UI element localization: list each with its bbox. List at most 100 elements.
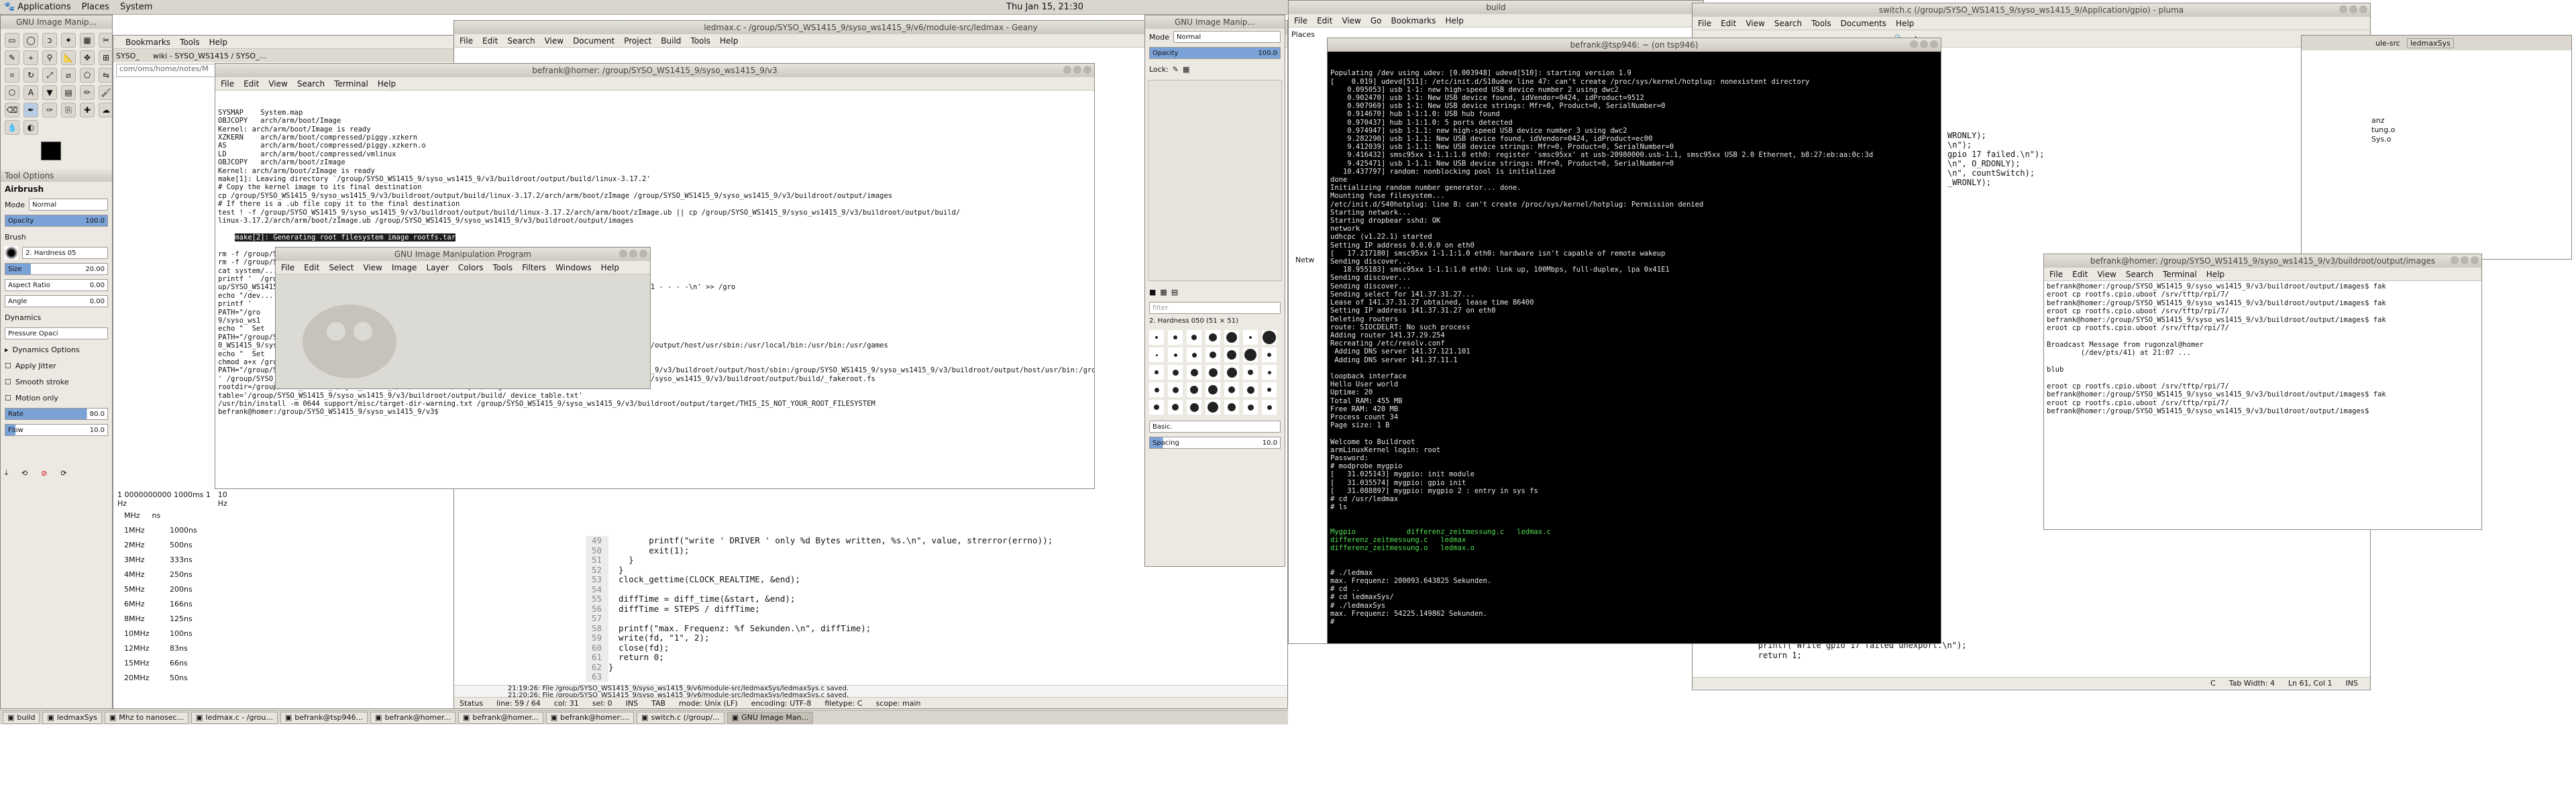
brush-swatch[interactable] [1262,347,1277,362]
brush-select[interactable]: 2. Hardness 05 [22,247,108,259]
scale-icon[interactable]: ⤢ [42,68,57,83]
taskbar-item[interactable]: ▣ ledmaxSys [42,711,102,724]
rotate-icon[interactable]: ↻ [23,68,38,83]
right-tab-2[interactable]: ledmaxSys [2406,38,2454,48]
fm-menu-help[interactable]: Help [1446,16,1464,25]
taskbar-item[interactable]: ▣ befrank@homer... [370,711,455,724]
close-icon[interactable] [639,250,647,258]
eraser-icon[interactable]: ⌫ [5,103,19,117]
brush-swatch[interactable] [1243,400,1258,415]
dynamics-options-row[interactable]: ▸ Dynamics Options [1,341,112,358]
brush-swatch[interactable] [1262,400,1277,415]
motion-only-row[interactable]: ☐ Motion only [1,390,112,406]
checkbox-icon[interactable]: ☐ [5,378,11,386]
pluma-menu-tools[interactable]: Tools [1811,19,1831,28]
terminal-menu-edit[interactable]: Edit [244,79,259,89]
rate-slider[interactable]: Rate 80.0 [5,408,108,420]
geany-menu-search[interactable]: Search [507,36,535,46]
checkbox-icon[interactable]: ☐ [5,394,11,402]
smudge-icon[interactable]: ☁ [99,103,112,117]
brush-swatch[interactable] [1205,382,1220,397]
taskbar-item[interactable]: ▣ GNU Image Man... [727,711,814,724]
brush-swatch[interactable] [1262,382,1277,397]
browser-menu-bookmarks[interactable]: Bookmarks [125,38,170,47]
gimp-menu-help[interactable]: Help [601,263,619,272]
save-options-icon[interactable]: ⤓ [5,468,8,478]
brush-swatch[interactable] [1205,400,1220,415]
layers-list[interactable] [1148,80,1282,281]
brush-swatch[interactable] [1149,330,1164,345]
smooth-stroke-row[interactable]: ☐ Smooth stroke [1,374,112,390]
taskbar-item[interactable]: ▣ build [3,711,40,724]
brush-swatch[interactable] [1187,400,1201,415]
tftp-menu-terminal[interactable]: Terminal [2163,270,2197,279]
gimp-menu-layer[interactable]: Layer [426,263,448,272]
browser-tab-2[interactable]: wiki - SYSO_WS1415 / SYSO_... [153,52,266,60]
maximize-icon[interactable] [2349,5,2357,13]
pluma-menu-file[interactable]: File [1698,19,1711,28]
dynamics-select[interactable]: Pressure Opaci [5,327,108,339]
fg-color-swatch[interactable] [41,142,61,160]
lock-alpha-icon[interactable]: ▦ [1183,65,1189,74]
brush-swatch[interactable] [1168,330,1183,345]
pattern-tab-icon[interactable]: ▦ [1160,288,1167,297]
brush-swatch[interactable] [1205,330,1220,345]
blend-icon[interactable]: ▤ [61,85,76,100]
gimp-menu-view[interactable]: View [363,263,382,272]
close-icon[interactable] [2359,5,2367,13]
taskbar-item[interactable]: ▣ befrank@tsp946... [280,711,368,724]
gimp-menu-file[interactable]: File [281,263,294,272]
move-icon[interactable]: ✥ [80,50,95,65]
measure-icon[interactable]: 📐 [61,50,76,65]
color-select-icon[interactable]: ▦ [80,33,95,48]
brush-swatch[interactable] [1243,330,1258,345]
ink-icon[interactable]: ✑ [42,103,57,117]
brush-swatch[interactable] [1224,400,1239,415]
pluma-menu-edit[interactable]: Edit [1721,19,1736,28]
geany-menu-help[interactable]: Help [720,36,738,46]
status-tab[interactable]: Status [460,699,483,708]
brushes-mode-select[interactable]: Normal [1173,31,1281,43]
flip-icon[interactable]: ⇋ [99,68,112,83]
fm-menu-go[interactable]: Go [1371,16,1382,25]
fm-menu-edit[interactable]: Edit [1317,16,1332,25]
align-icon[interactable]: ⊞ [99,50,112,65]
app-menu-applications[interactable]: 🐾 Applications [4,2,71,12]
lasso-icon[interactable]: ↄ [42,33,57,48]
gimp-menu-filters[interactable]: Filters [522,263,546,272]
brush-tab-icon[interactable]: ■ [1149,288,1156,297]
brush-preview-icon[interactable] [5,246,18,260]
taskbar-item[interactable]: ▣ Mhz to nanosec... [104,711,189,724]
tftp-menu-help[interactable]: Help [2206,270,2224,279]
browser-tab-1[interactable]: SYSO_ [116,52,140,60]
fm-menu-view[interactable]: View [1342,16,1360,25]
brush-swatch[interactable] [1224,365,1239,380]
brush-swatch[interactable] [1243,347,1258,362]
color-picker-icon[interactable]: ⌖ [23,50,38,65]
blur-icon[interactable]: 💧 [5,120,19,135]
brush-swatch[interactable] [1187,347,1201,362]
geany-menu-view[interactable]: View [545,36,564,46]
brush-swatch[interactable] [1168,365,1183,380]
geany-menu-project[interactable]: Project [624,36,651,46]
app-menu-system[interactable]: System [120,2,152,12]
taskbar-item[interactable]: ▣ switch.c (/group/... [637,711,724,724]
flow-slider[interactable]: Flow 10.0 [5,424,108,436]
right-tab-1[interactable]: ule-src [2375,39,2400,48]
tftp-menu-search[interactable]: Search [2126,270,2153,279]
tftp-menu-view[interactable]: View [2097,270,2116,279]
scissors-icon[interactable]: ✂ [99,33,112,48]
pluma-menu-documents[interactable]: Documents [1841,19,1886,28]
lock-pixels-icon[interactable]: ✎ [1173,65,1179,74]
brush-swatch[interactable] [1149,382,1164,397]
geany-menu-build[interactable]: Build [661,36,681,46]
mode-select[interactable]: Normal [28,199,108,211]
rect-select-icon[interactable]: ▭ [5,33,19,48]
pluma-menu-help[interactable]: Help [1896,19,1914,28]
minimize-icon[interactable] [1063,66,1071,74]
brush-swatch[interactable] [1187,330,1201,345]
brush-swatch[interactable] [1149,347,1164,362]
restore-options-icon[interactable]: ⟲ [21,469,28,478]
maximize-icon[interactable] [2461,256,2469,264]
shear-icon[interactable]: ⧄ [61,68,76,83]
